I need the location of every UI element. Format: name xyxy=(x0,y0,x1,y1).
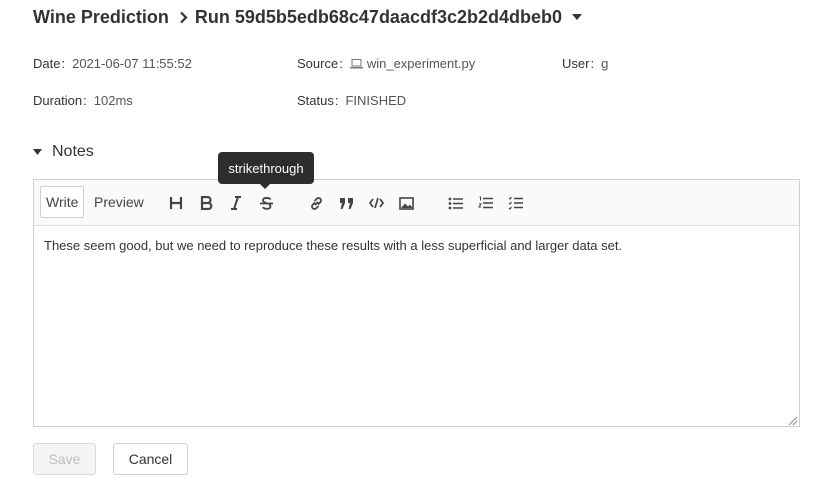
meta-source: Source: win_experiment.py xyxy=(297,56,476,71)
bold-icon[interactable] xyxy=(195,192,217,214)
editor-toolbar: Write Preview xyxy=(34,180,799,226)
strikethrough-icon[interactable] xyxy=(255,192,277,214)
source-value[interactable]: win_experiment.py xyxy=(367,56,475,71)
unordered-list-icon[interactable] xyxy=(445,192,467,214)
laptop-icon xyxy=(349,58,363,69)
save-button[interactable]: Save xyxy=(33,443,96,475)
status-label: Status xyxy=(297,93,334,108)
strikethrough-tooltip: strikethrough xyxy=(218,152,314,184)
notes-textarea[interactable]: These seem good, but we need to reproduc… xyxy=(44,238,622,253)
status-value: FINISHED xyxy=(345,93,407,108)
italic-icon[interactable] xyxy=(225,192,247,214)
run-page: Wine Prediction Run 59d5b5edb68c47daacdf… xyxy=(0,0,815,503)
tab-preview[interactable]: Preview xyxy=(89,186,149,218)
notes-toggle[interactable]: Notes xyxy=(33,141,94,163)
breadcrumb-experiment-link[interactable]: Wine Prediction xyxy=(33,7,169,28)
date-value: 2021-06-07 11:55:52 xyxy=(72,56,192,71)
code-icon[interactable] xyxy=(365,192,387,214)
duration-label: Duration xyxy=(33,93,83,108)
meta-user: User: g xyxy=(562,56,609,71)
date-label: Date xyxy=(33,56,61,71)
chevron-down-icon[interactable] xyxy=(572,14,583,20)
resize-handle-icon[interactable] xyxy=(786,413,798,426)
cancel-button[interactable]: Cancel xyxy=(113,443,188,475)
source-label: Source xyxy=(297,56,339,71)
checklist-icon[interactable] xyxy=(505,192,527,214)
meta-date: Date: 2021-06-07 11:55:52 xyxy=(33,56,192,71)
notes-editor: Write Preview These seem good, but we ne… xyxy=(33,179,800,427)
link-icon[interactable] xyxy=(305,192,327,214)
caret-down-icon xyxy=(33,149,42,155)
duration-value: 102ms xyxy=(93,93,133,108)
header-icon[interactable] xyxy=(165,192,187,214)
tooltip-arrow xyxy=(259,183,271,189)
tab-write[interactable]: Write xyxy=(40,186,85,218)
ordered-list-icon[interactable] xyxy=(475,192,497,214)
user-value: g xyxy=(601,56,609,71)
notes-title: Notes xyxy=(52,143,94,160)
image-icon[interactable] xyxy=(395,192,417,214)
meta-duration: Duration: 102ms xyxy=(33,93,133,108)
breadcrumb: Wine Prediction Run 59d5b5edb68c47daacdf… xyxy=(33,5,583,29)
run-title: Run 59d5b5edb68c47daacdf3c2b2d4dbeb0 xyxy=(194,6,563,27)
user-label: User xyxy=(562,56,590,71)
quote-icon[interactable] xyxy=(335,192,357,214)
meta-status: Status: FINISHED xyxy=(297,93,407,108)
chevron-right-icon xyxy=(179,11,188,24)
